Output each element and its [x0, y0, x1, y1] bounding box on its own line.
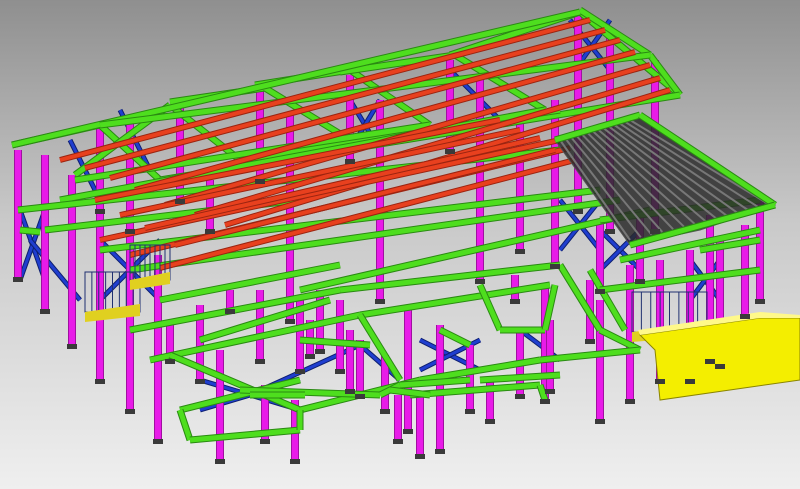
base-plate — [255, 179, 265, 184]
base-plate — [290, 459, 300, 464]
beam — [438, 327, 472, 348]
base-plate — [67, 344, 77, 349]
base-plate — [355, 394, 365, 399]
base-plate — [515, 394, 525, 399]
base-plate — [740, 314, 750, 319]
base-plate — [285, 319, 295, 324]
base-plate — [435, 449, 445, 454]
base-plate — [445, 149, 455, 154]
beam — [599, 267, 761, 293]
base-plate — [125, 409, 135, 414]
base-plate — [393, 439, 403, 444]
base-plate — [315, 349, 325, 354]
base-plate — [255, 359, 265, 364]
structural-steel-model[interactable] — [0, 0, 800, 489]
base-plate — [195, 379, 205, 384]
base-plate — [550, 264, 560, 269]
base-plate — [345, 159, 355, 164]
base-plate — [655, 379, 665, 384]
base-plate — [295, 369, 305, 374]
base-plate — [225, 309, 235, 314]
base-plate — [705, 359, 715, 364]
base-plate — [375, 299, 385, 304]
base-plate — [635, 279, 645, 284]
base-plate — [380, 409, 390, 414]
base-plate — [515, 249, 525, 254]
base-plate — [585, 339, 595, 344]
base-plate — [13, 277, 23, 282]
base-plate — [95, 209, 105, 214]
base-plate — [415, 454, 425, 459]
base-plate — [510, 299, 520, 304]
base-plate — [685, 379, 695, 384]
base-plate — [175, 199, 185, 204]
base-plate — [205, 229, 215, 234]
base-plate — [485, 419, 495, 424]
base-plate — [345, 389, 355, 394]
base-plate — [403, 429, 413, 434]
base-plate — [95, 379, 105, 384]
base-plate — [165, 359, 175, 364]
base-plate — [153, 439, 163, 444]
base-plate — [650, 229, 660, 234]
base-plate — [335, 369, 345, 374]
model-viewport[interactable] — [0, 0, 800, 489]
base-plate — [465, 409, 475, 414]
base-plate — [475, 279, 485, 284]
base-plate — [573, 209, 583, 214]
base-plate — [595, 419, 605, 424]
base-plate — [260, 439, 270, 444]
base-plate — [305, 354, 315, 359]
beam — [19, 227, 41, 235]
base-plate — [215, 459, 225, 464]
base-plate — [540, 399, 550, 404]
base-plate — [625, 399, 635, 404]
base-plate — [595, 289, 605, 294]
base-plate — [755, 299, 765, 304]
beam — [359, 282, 551, 318]
base-plate — [715, 364, 725, 369]
base-plate — [605, 229, 615, 234]
base-plate — [545, 389, 555, 394]
base-plate — [125, 229, 135, 234]
base-plate — [40, 309, 50, 314]
